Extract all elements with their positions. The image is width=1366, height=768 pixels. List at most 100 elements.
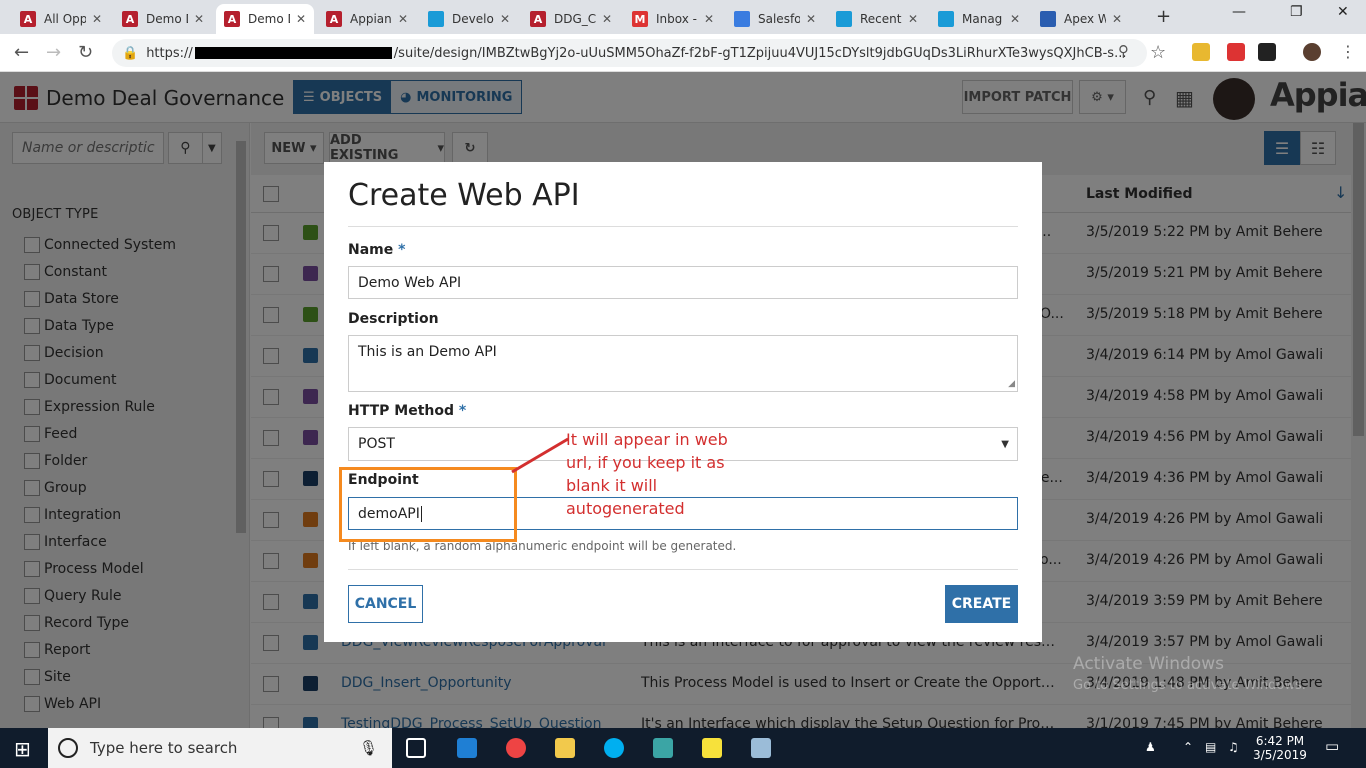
cortana-icon [58, 738, 78, 758]
forward-icon[interactable]: → [46, 42, 61, 63]
close-tab-icon[interactable]: ✕ [602, 12, 612, 26]
skype-icon[interactable] [604, 738, 624, 758]
tab-favicon-icon [836, 11, 852, 27]
name-input[interactable]: Demo Web API [348, 266, 1018, 299]
watermark-line: Go to Settings to activate Windows. [1073, 678, 1306, 693]
tab-favicon-icon: A [122, 11, 138, 27]
divider [348, 226, 1018, 227]
browser-tab[interactable]: Recent ✕ [828, 4, 926, 34]
file-explorer-icon[interactable] [555, 738, 575, 758]
description-value: This is an Demo API [358, 344, 497, 360]
cancel-button[interactable]: CANCEL [348, 585, 423, 623]
taskbar-search[interactable]: Type here to search 🎙 [48, 728, 392, 768]
http-method-label: HTTP Method * [348, 403, 467, 419]
close-tab-icon[interactable]: ✕ [194, 12, 204, 26]
tab-favicon-icon: A [224, 11, 240, 27]
annotation-text: It will appear in web url, if you keep i… [566, 430, 728, 518]
close-tab-icon[interactable]: ✕ [1112, 12, 1122, 26]
reload-icon[interactable]: ↻ [78, 42, 93, 63]
volume-icon[interactable]: ♫ [1228, 740, 1239, 754]
browser-tab[interactable]: Apex W ✕ [1032, 4, 1130, 34]
clock[interactable]: 6:42 PM 3/5/2019 [1250, 734, 1310, 762]
app-icon[interactable] [751, 738, 771, 758]
browser-tab[interactable]: A Demo D ✕ [216, 4, 314, 34]
close-tab-icon[interactable]: ✕ [398, 12, 408, 26]
description-textarea[interactable]: This is an Demo API ◢ [348, 335, 1018, 392]
tab-title: Recent [860, 12, 902, 26]
network-icon[interactable]: ▤ [1205, 740, 1216, 754]
tab-title: Demo D [146, 12, 188, 26]
minimize-icon[interactable]: — [1232, 4, 1246, 20]
close-tab-icon[interactable]: ✕ [296, 12, 306, 26]
chrome-icon[interactable] [506, 738, 526, 758]
tab-title: Manag [962, 12, 1003, 26]
activation-watermark: Activate Windows Go to Settings to activ… [1073, 653, 1306, 697]
create-web-api-dialog: Create Web API Name * Demo Web API Descr… [324, 162, 1042, 642]
app-icon[interactable] [653, 738, 673, 758]
tab-title: Demo D [248, 12, 290, 26]
browser-tab[interactable]: Salesfo ✕ [726, 4, 824, 34]
tab-favicon-icon [428, 11, 444, 27]
restore-icon[interactable]: ❐ [1290, 4, 1303, 20]
highlight-box [339, 467, 517, 542]
tab-favicon-icon: M [632, 11, 648, 27]
address-bar: ← → ↻ 🔒 https:// /suite/design/IMBZtwBgY… [0, 34, 1366, 72]
watermark-line: Activate Windows [1073, 654, 1224, 674]
tab-favicon-icon: A [326, 11, 342, 27]
lock-icon: 🔒 [122, 45, 139, 61]
browser-tab[interactable]: M Inbox - ✕ [624, 4, 722, 34]
key-icon[interactable]: ⚲ [1118, 42, 1129, 60]
windows-start-icon[interactable]: ⊞ [14, 737, 31, 761]
name-label: Name * [348, 242, 406, 258]
chevron-down-icon: ▼ [1001, 439, 1009, 450]
browser-tab[interactable]: Develo ✕ [420, 4, 518, 34]
browser-tab[interactable]: A Demo D ✕ [114, 4, 212, 34]
back-icon[interactable]: ← [14, 42, 29, 63]
url-input[interactable]: 🔒 https:// /suite/design/IMBZtwBgYj2o-uU… [112, 39, 1147, 67]
resize-handle-icon[interactable]: ◢ [1008, 379, 1015, 389]
tray-chevron-icon[interactable]: ⌃ [1183, 740, 1193, 754]
tab-title: All Opp [44, 12, 86, 26]
browser-tab-strip: A All Opp ✕ A Demo D ✕ A Demo D ✕ A Appian ✕ Develo ✕… [0, 0, 1366, 34]
create-button[interactable]: CREATE [945, 585, 1018, 623]
tab-favicon-icon: A [20, 11, 36, 27]
divider [348, 569, 1018, 570]
close-tab-icon[interactable]: ✕ [908, 12, 918, 26]
close-tab-icon[interactable]: ✕ [92, 12, 102, 26]
notifications-icon[interactable]: ▭ [1325, 739, 1339, 754]
browser-tab[interactable]: A All Opp ✕ [12, 4, 110, 34]
tab-title: Apex W [1064, 12, 1106, 26]
task-view-icon[interactable] [406, 738, 426, 758]
browser-tab[interactable]: A Appian ✕ [318, 4, 416, 34]
close-tab-icon[interactable]: ✕ [500, 12, 510, 26]
tab-title: Salesfo [758, 12, 800, 26]
browser-tab[interactable]: Manag ✕ [930, 4, 1028, 34]
sticky-notes-icon[interactable] [702, 738, 722, 758]
extension-icon[interactable] [1192, 43, 1210, 61]
microphone-icon[interactable]: 🎙 [359, 739, 378, 757]
dialog-title: Create Web API [348, 178, 580, 213]
close-tab-icon[interactable]: ✕ [1010, 12, 1020, 26]
tab-favicon-icon: A [530, 11, 546, 27]
tab-title: DDG_C [554, 12, 596, 26]
close-window-icon[interactable]: ✕ [1337, 4, 1349, 20]
bookmark-star-icon[interactable]: ☆ [1150, 42, 1166, 63]
taskbar-search-placeholder: Type here to search [90, 739, 238, 757]
taskbar: ⊞ Type here to search 🎙 ♟ ⌃ ▤ ♫ 6:42 PM … [0, 728, 1366, 768]
tab-favicon-icon [938, 11, 954, 27]
clock-time: 6:42 PM [1255, 734, 1305, 748]
extension-icon[interactable] [1227, 43, 1245, 61]
close-tab-icon[interactable]: ✕ [704, 12, 714, 26]
menu-kebab-icon[interactable]: ⋮ [1340, 42, 1356, 61]
profile-avatar[interactable] [1303, 43, 1321, 61]
extension-icon[interactable] [1258, 43, 1276, 61]
url-path: /suite/design/IMBZtwBgYj2o-uUuSMM5OhaZf-… [393, 45, 1127, 61]
new-tab-button[interactable]: + [1156, 6, 1174, 27]
tab-favicon-icon [734, 11, 750, 27]
description-label: Description [348, 311, 439, 327]
people-icon[interactable]: ♟ [1145, 740, 1156, 754]
close-tab-icon[interactable]: ✕ [806, 12, 816, 26]
browser-tab[interactable]: A DDG_C ✕ [522, 4, 620, 34]
name-value: Demo Web API [358, 275, 462, 291]
edge-icon[interactable] [457, 738, 477, 758]
